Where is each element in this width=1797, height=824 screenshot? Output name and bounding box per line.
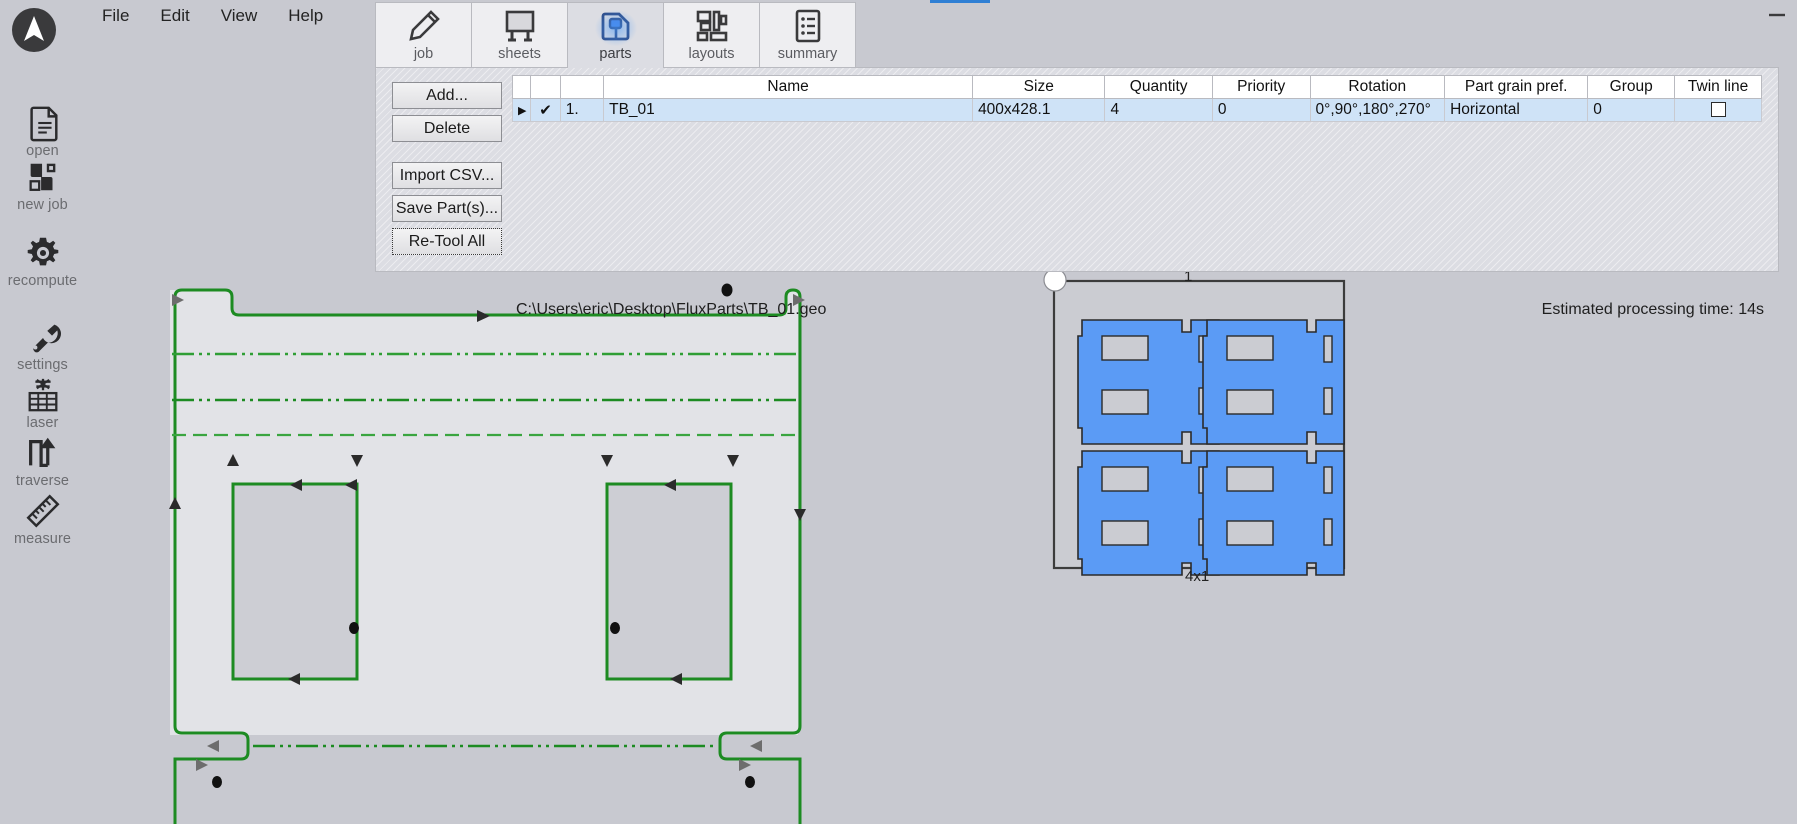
re-tool-all-button[interactable]: Re-Tool All bbox=[392, 228, 502, 255]
laser-grid-icon bbox=[28, 378, 57, 412]
document-icon bbox=[29, 106, 58, 142]
sidebar-item-traverse[interactable]: traverse bbox=[0, 434, 85, 489]
menu-item-view[interactable]: View bbox=[219, 4, 260, 28]
tab-parts[interactable]: parts bbox=[567, 2, 664, 68]
tab-label: layouts bbox=[688, 46, 735, 62]
sidebar-item-label: settings bbox=[17, 357, 68, 373]
traverse-arrow-icon bbox=[28, 437, 55, 467]
col-quantity[interactable]: Quantity bbox=[1104, 75, 1213, 99]
cell-size[interactable]: 400x428.1 bbox=[972, 98, 1106, 122]
col-index[interactable] bbox=[559, 75, 605, 99]
tab-job[interactable]: job bbox=[375, 2, 472, 68]
cell-quantity[interactable]: 4 bbox=[1104, 98, 1213, 122]
col-selector[interactable] bbox=[511, 75, 532, 99]
save-parts-button[interactable]: Save Part(s)... bbox=[392, 195, 502, 222]
table-row[interactable]: ▶ ✔ 1. TB_01 400x428.1 4 0 0°,90°,180°,2… bbox=[511, 98, 1762, 122]
gear-icon bbox=[27, 237, 58, 266]
estimated-processing-time: Estimated processing time: 14s bbox=[1541, 301, 1764, 318]
sidebar-item-laser[interactable]: laser bbox=[0, 376, 85, 431]
tab-label: job bbox=[413, 46, 434, 62]
row-enabled-check[interactable]: ✔ bbox=[530, 98, 561, 122]
cell-twin-line[interactable] bbox=[1674, 98, 1762, 122]
application-window: 1 4x1 open new job recompute settings la… bbox=[0, 0, 1797, 824]
table-header-row: Name Size Quantity Priority Rotation Par… bbox=[511, 75, 1762, 99]
summary-icon bbox=[795, 9, 820, 43]
sidebar-item-measure[interactable]: measure bbox=[0, 492, 85, 547]
layouts-icon bbox=[696, 10, 727, 42]
tab-sheets[interactable]: sheets bbox=[471, 2, 568, 68]
menu-item-file[interactable]: File bbox=[100, 4, 131, 28]
sidebar-item-label: open bbox=[26, 143, 59, 159]
tab-label: parts bbox=[599, 46, 632, 62]
nesting-preview[interactable] bbox=[1043, 268, 1346, 576]
col-twin-line[interactable]: Twin line bbox=[1674, 75, 1762, 99]
row-selector-arrow[interactable]: ▶ bbox=[511, 98, 532, 122]
flux-logo[interactable] bbox=[11, 7, 57, 53]
new-job-icon bbox=[29, 163, 55, 191]
part-geometry bbox=[169, 283, 806, 824]
part-icon bbox=[601, 12, 629, 41]
cell-index[interactable]: 1. bbox=[559, 98, 605, 122]
sidebar-item-settings[interactable]: settings bbox=[0, 318, 85, 373]
sidebar-item-label: traverse bbox=[15, 473, 70, 489]
col-group[interactable]: Group bbox=[1587, 75, 1676, 99]
twin-line-checkbox[interactable] bbox=[1710, 102, 1726, 118]
left-sidebar: open new job recompute settings laser tr… bbox=[0, 0, 85, 824]
ruler-icon bbox=[25, 494, 60, 528]
sidebar-item-label: laser bbox=[26, 415, 59, 431]
col-grain[interactable]: Part grain pref. bbox=[1444, 75, 1589, 99]
sheet-icon bbox=[505, 10, 534, 42]
menu-item-help[interactable]: Help bbox=[286, 4, 325, 28]
part-file-path: C:\Users\eric\Desktop\FluxParts\TB_01.ge… bbox=[516, 301, 827, 318]
cell-priority[interactable]: 0 bbox=[1211, 98, 1311, 122]
tab-label: summary bbox=[777, 46, 838, 62]
menu-item-edit[interactable]: Edit bbox=[158, 4, 191, 28]
nesting-arrangement-label: 4x1 bbox=[1185, 568, 1210, 585]
sidebar-item-recompute[interactable]: recompute bbox=[0, 234, 85, 289]
tab-summary[interactable]: summary bbox=[759, 2, 856, 68]
delete-button[interactable]: Delete bbox=[392, 115, 502, 142]
col-size[interactable]: Size bbox=[972, 75, 1106, 99]
sidebar-item-label: new job bbox=[17, 197, 68, 213]
tab-layouts[interactable]: layouts bbox=[663, 2, 760, 68]
cell-name[interactable]: TB_01 bbox=[603, 98, 974, 122]
import-csv-button[interactable]: Import CSV... bbox=[392, 162, 502, 189]
cell-rotation[interactable]: 0°,90°,180°,270° bbox=[1309, 98, 1446, 122]
parts-panel: Add... Delete Import CSV... Save Part(s)… bbox=[375, 67, 1779, 318]
check-icon: ✔ bbox=[539, 101, 552, 119]
menu-bar: File Edit View Help bbox=[100, 4, 325, 28]
sidebar-item-label: recompute bbox=[7, 273, 78, 289]
col-rotation[interactable]: Rotation bbox=[1309, 75, 1446, 99]
col-priority[interactable]: Priority bbox=[1211, 75, 1311, 99]
tab-strip: job sheets parts layouts summary bbox=[375, 0, 856, 68]
tab-label: sheets bbox=[498, 46, 541, 62]
active-tab-accent-line bbox=[930, 0, 990, 3]
sidebar-item-new-job[interactable]: new job bbox=[0, 158, 85, 213]
col-name[interactable]: Name bbox=[603, 75, 974, 99]
col-enabled[interactable] bbox=[530, 75, 561, 99]
parts-action-buttons: Add... Delete Import CSV... Save Part(s)… bbox=[392, 82, 502, 261]
add-button[interactable]: Add... bbox=[392, 82, 502, 109]
cell-grain[interactable]: Horizontal bbox=[1444, 98, 1589, 122]
sidebar-item-open[interactable]: open bbox=[0, 104, 85, 159]
parts-table: Name Size Quantity Priority Rotation Par… bbox=[511, 75, 1762, 122]
sidebar-item-label: measure bbox=[13, 531, 72, 547]
cell-group[interactable]: 0 bbox=[1587, 98, 1676, 122]
minimize-icon[interactable] bbox=[1767, 8, 1787, 22]
wrench-icon bbox=[32, 324, 61, 353]
pencil-icon bbox=[408, 10, 440, 41]
